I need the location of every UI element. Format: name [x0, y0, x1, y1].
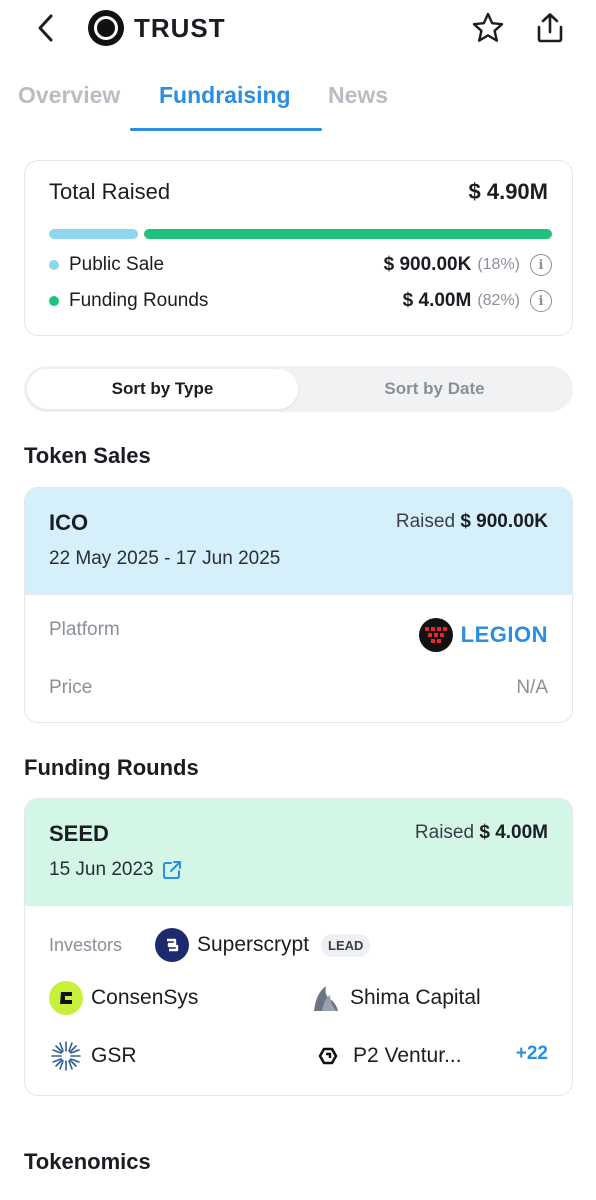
sale-date-range: 22 May 2025 - 17 Jun 2025: [49, 548, 281, 569]
price-value: N/A: [516, 677, 548, 698]
investor-name: P2 Ventur...: [353, 1044, 462, 1067]
public-sale-label: Public Sale: [69, 254, 165, 275]
funding-rounds-heading: Funding Rounds: [24, 755, 199, 780]
star-icon: [472, 12, 504, 42]
platform-legion[interactable]: LEGION: [418, 618, 548, 652]
shima-capital-logo-icon: [308, 981, 342, 1015]
tab-fundraising[interactable]: Fundraising: [159, 82, 291, 109]
investor-name: ConsenSys: [91, 986, 199, 1009]
total-raised-label: Total Raised: [49, 179, 171, 204]
platform-label: Platform: [49, 619, 120, 640]
tab-overview[interactable]: Overview: [18, 82, 120, 109]
page-title: TRUST: [134, 12, 226, 43]
investor-name: GSR: [91, 1044, 137, 1067]
investor-consensys[interactable]: ConsenSys: [49, 981, 198, 1015]
funding-rounds-percent: (82%): [477, 292, 520, 309]
investor-p2-ventures[interactable]: P2 Ventur...: [311, 1039, 462, 1073]
ico-card-header: [25, 488, 572, 594]
p2-ventures-logo-icon: [311, 1039, 345, 1073]
public-sale-percent: (18%): [477, 256, 520, 273]
funding-rounds-dot: [49, 296, 59, 306]
round-raised: Raised $ 4.00M: [414, 822, 548, 843]
funding-rounds-bar-segment: [144, 229, 552, 239]
more-investors-link[interactable]: +22: [516, 1043, 548, 1065]
investor-name: Superscrypt: [197, 933, 310, 956]
superscrypt-logo-icon: [155, 928, 189, 962]
public-sale-dot: [49, 260, 59, 270]
lead-badge: LEAD: [321, 933, 371, 957]
divider: [25, 905, 572, 906]
external-link-icon[interactable]: [162, 860, 182, 880]
active-tab-indicator: [130, 128, 322, 131]
raised-progress-bar: [49, 229, 552, 239]
ico-card[interactable]: ICO Raised $ 900.00K 22 May 2025 - 17 Ju…: [24, 487, 573, 723]
back-button[interactable]: [30, 10, 62, 46]
tab-news[interactable]: News: [328, 82, 388, 109]
investor-shima-capital[interactable]: Shima Capital: [308, 981, 481, 1015]
total-raised-value: $ 4.90M: [468, 179, 549, 204]
sort-by-date-button[interactable]: Sort by Date: [299, 369, 570, 409]
legion-logo-icon: [418, 618, 453, 652]
public-sale-bar-segment: [49, 229, 138, 239]
investors-label: Investors: [49, 935, 123, 955]
sale-type: ICO: [49, 510, 89, 535]
platform-name: LEGION: [460, 622, 548, 647]
info-icon[interactable]: i: [530, 290, 552, 312]
investor-name: Shima Capital: [350, 986, 481, 1009]
seed-round-card[interactable]: SEED Raised $ 4.00M 15 Jun 2023 Investor…: [24, 798, 573, 1096]
price-label: Price: [49, 677, 93, 698]
share-icon: [537, 13, 563, 43]
tokenomics-heading: Tokenomics: [24, 1149, 151, 1174]
public-sale-row: Public Sale $ 900.00K (18%) i: [49, 251, 552, 279]
funding-rounds-label: Funding Rounds: [69, 290, 209, 311]
round-date: 15 Jun 2023: [49, 859, 182, 881]
header: TRUST: [0, 0, 596, 58]
favorite-button[interactable]: [470, 10, 506, 46]
divider: [25, 594, 572, 595]
chevron-left-icon: [38, 14, 53, 42]
gsr-logo-icon: [49, 1039, 83, 1073]
sale-raised: Raised $ 900.00K: [395, 511, 548, 532]
funding-rounds-value: $ 4.00M: [402, 290, 472, 311]
token-identity: TRUST: [88, 10, 226, 46]
token-sales-heading: Token Sales: [24, 443, 151, 468]
investor-gsr[interactable]: GSR: [49, 1039, 137, 1073]
tab-bar: Overview Fundraising News: [0, 78, 596, 132]
sort-segmented-control: Sort by Type Sort by Date: [24, 366, 573, 412]
sort-by-type-button[interactable]: Sort by Type: [27, 369, 298, 409]
public-sale-value: $ 900.00K: [383, 254, 472, 275]
total-raised-card: Total Raised $ 4.90M Public Sale $ 900.0…: [24, 160, 573, 336]
investor-superscrypt[interactable]: Superscrypt LEAD: [155, 928, 371, 962]
consensys-logo-icon: [49, 981, 83, 1015]
round-type: SEED: [49, 821, 109, 846]
seed-card-header: [25, 799, 572, 905]
info-icon[interactable]: i: [530, 254, 552, 276]
funding-rounds-row: Funding Rounds $ 4.00M (82%) i: [49, 287, 552, 315]
trust-logo: [88, 10, 124, 46]
share-button[interactable]: [532, 10, 568, 46]
